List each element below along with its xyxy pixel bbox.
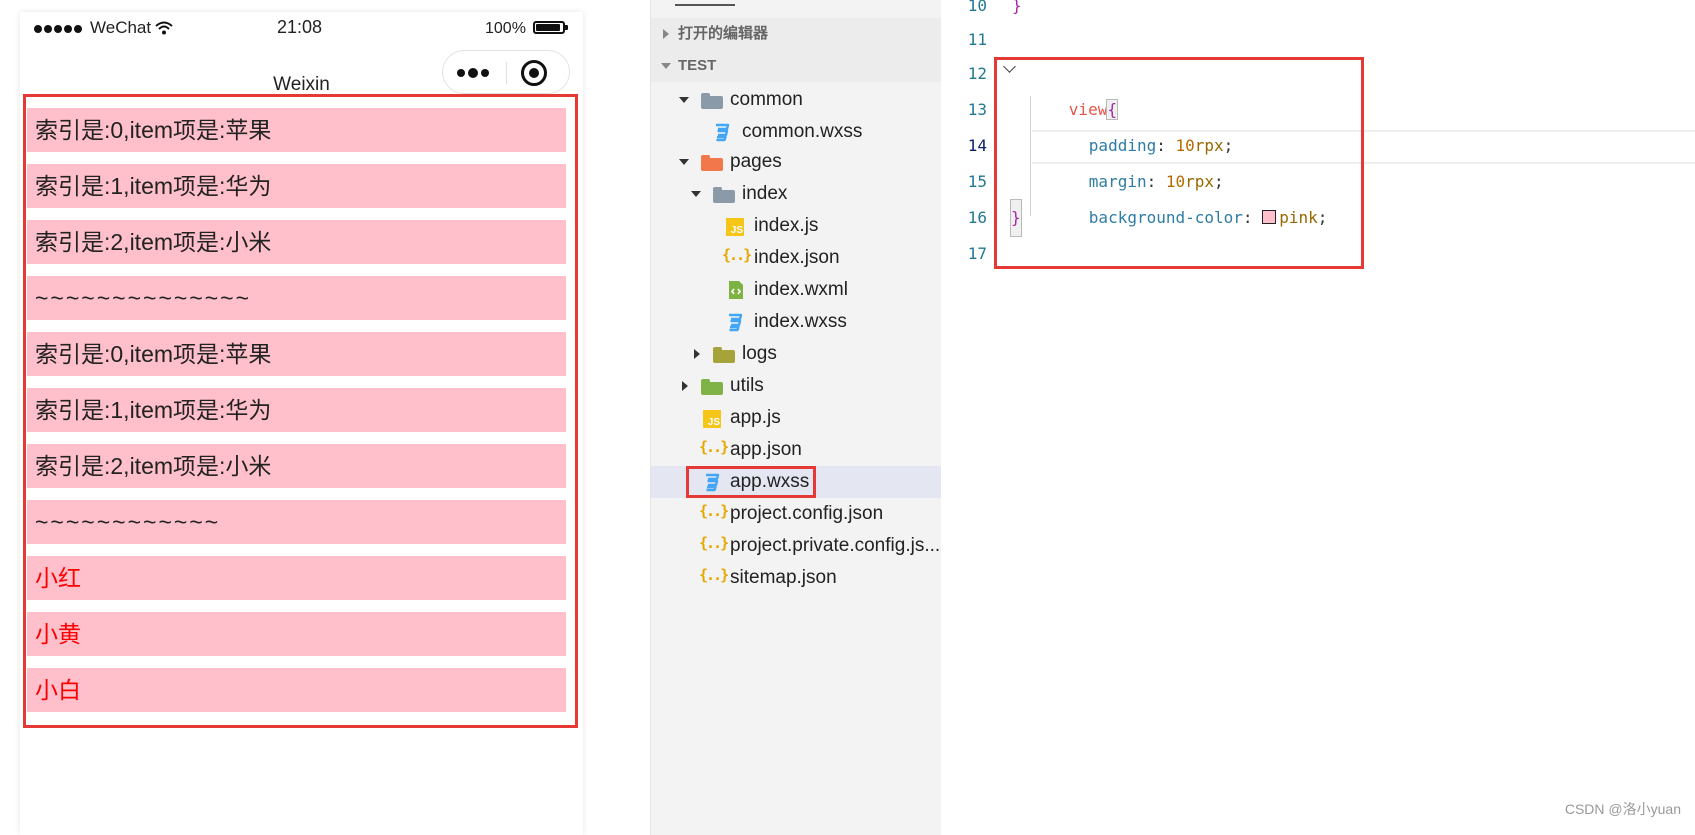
tree-file-app-wxss[interactable]: app.wxss	[651, 466, 941, 498]
status-bar: WeChat 21:08 100%	[20, 12, 583, 44]
tree-file-app-json[interactable]: {..} app.json	[651, 434, 941, 466]
tree-label: pages	[730, 151, 782, 172]
tree-label: app.json	[730, 439, 802, 460]
tree-label: utils	[730, 375, 764, 396]
open-editors-header[interactable]: 打开的编辑器	[651, 18, 941, 50]
tree-label: common.wxss	[742, 121, 863, 142]
list-item: 索引是:0,item项是:苹果	[27, 108, 566, 152]
tree-folder-common[interactable]: common	[651, 84, 941, 116]
list-item: 小白	[27, 668, 566, 712]
line-number: 12	[967, 64, 987, 83]
close-mini-program-icon[interactable]	[521, 60, 547, 86]
tree-file-index-wxss[interactable]: index.wxss	[651, 306, 941, 338]
wxml-file-icon	[727, 280, 749, 300]
tree-label: sitemap.json	[730, 567, 837, 588]
carrier-label: WeChat	[90, 18, 152, 37]
line-number: 10	[967, 0, 987, 15]
css-file-icon	[712, 122, 734, 142]
tree-file-app-js[interactable]: JS app.js	[651, 402, 941, 434]
chevron-down-icon	[679, 97, 689, 103]
open-editors-label: 打开的编辑器	[678, 25, 769, 42]
js-file-icon: JS	[726, 218, 744, 236]
chevron-down-icon	[661, 63, 671, 69]
json-file-icon: {..}	[699, 438, 729, 456]
tree-label: index	[742, 183, 788, 204]
tree-file-project-config-json[interactable]: {..} project.config.json	[651, 498, 941, 530]
chevron-right-icon	[663, 29, 669, 39]
tree-label: common	[730, 89, 803, 110]
project-header[interactable]: TEST	[651, 50, 941, 82]
chevron-right-icon	[682, 381, 688, 391]
tree-label: project.private.config.js...	[730, 535, 941, 556]
line-number: 11	[967, 30, 987, 49]
tree-label: index.js	[754, 215, 819, 236]
code-token: }	[1012, 0, 1022, 15]
more-icon[interactable]	[457, 68, 489, 78]
signal-icon	[34, 25, 82, 33]
chevron-down-icon	[691, 191, 701, 197]
code-line: 11	[941, 22, 1695, 58]
chevron-right-icon	[694, 349, 700, 359]
list-item: 索引是:1,item项是:华为	[27, 388, 566, 432]
separator-item: ~~~~~~~~~~~~	[27, 500, 566, 544]
folder-icon	[713, 347, 735, 367]
tree-file-project-private-config[interactable]: {..} project.private.config.js...	[651, 530, 941, 562]
folder-icon	[713, 187, 735, 207]
battery-percent: 100%	[485, 20, 526, 37]
folder-icon	[701, 93, 723, 113]
json-file-icon: {..}	[699, 502, 729, 520]
menu-capsule	[442, 50, 570, 94]
code-highlight-box	[994, 57, 1364, 269]
tree-folder-index[interactable]: index	[651, 178, 941, 210]
tree-label: index.wxss	[754, 311, 847, 332]
line-number: 17	[967, 244, 987, 263]
list-item: 小红	[27, 556, 566, 600]
chevron-down-icon	[679, 159, 689, 165]
json-file-icon: {..}	[699, 534, 729, 552]
capsule-divider	[506, 62, 507, 84]
code-line: 10 }	[941, 0, 1695, 24]
css-file-icon	[725, 312, 747, 332]
js-file-icon: JS	[703, 410, 721, 428]
line-number: 16	[967, 208, 987, 227]
list-item: 索引是:0,item项是:苹果	[27, 332, 566, 376]
json-file-icon: {..}	[722, 246, 752, 264]
tree-file-index-wxml[interactable]: index.wxml	[651, 274, 941, 306]
tree-folder-logs[interactable]: logs	[651, 338, 941, 370]
line-number: 13	[967, 100, 987, 119]
line-number: 15	[967, 172, 987, 191]
line-number: 14	[967, 136, 987, 155]
tree-file-sitemap-json[interactable]: {..} sitemap.json	[651, 562, 941, 594]
tree-file-common-wxss[interactable]: common.wxss	[651, 116, 941, 148]
tree-file-index-json[interactable]: {..} index.json	[651, 242, 941, 274]
list-item: 索引是:1,item项是:华为	[27, 164, 566, 208]
folder-icon	[701, 379, 723, 399]
project-label: TEST	[678, 57, 717, 74]
list-item: 索引是:2,item项是:小米	[27, 220, 566, 264]
json-file-icon: {..}	[699, 566, 729, 584]
tree-folder-pages[interactable]: pages	[651, 146, 941, 178]
battery-icon	[533, 21, 568, 34]
watermark: CSDN @洛小yuan	[1564, 801, 1681, 817]
tree-label: app.wxss	[730, 471, 810, 492]
tree-label: index.json	[754, 247, 840, 268]
toolbar-fragment	[651, 0, 941, 14]
tree-folder-utils[interactable]: utils	[651, 370, 941, 402]
file-explorer: 打开的编辑器 TEST common common.wxss pages ind…	[650, 0, 942, 835]
list-item: 索引是:2,item项是:小米	[27, 444, 566, 488]
separator-item: ~~~~~~~~~~~~~~	[27, 276, 566, 320]
tree-label: logs	[742, 343, 777, 364]
phone-simulator: WeChat 21:08 100% Weixin 索引是:0,item项是:苹果…	[20, 12, 583, 835]
tree-label: project.config.json	[730, 503, 884, 524]
tree-label: index.wxml	[754, 279, 848, 300]
list-item: 小黄	[27, 612, 566, 656]
tree-file-index-js[interactable]: JS index.js	[651, 210, 941, 242]
status-time: 21:08	[277, 17, 323, 37]
tree-label: app.js	[730, 407, 781, 428]
wifi-icon	[155, 20, 173, 40]
folder-icon	[701, 155, 723, 175]
css-file-icon	[702, 472, 724, 492]
